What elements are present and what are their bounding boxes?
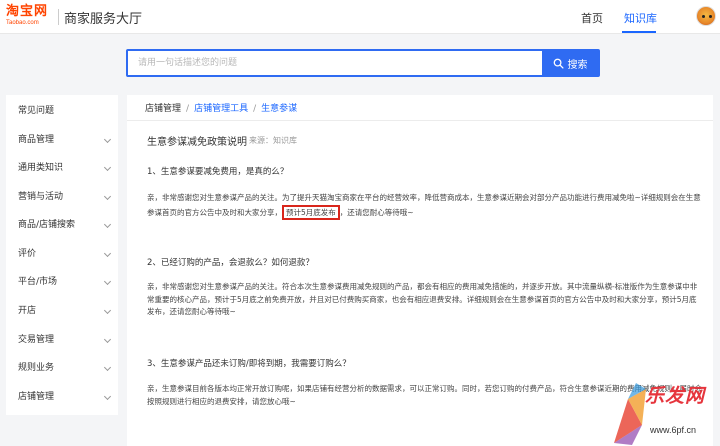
chevron-down-icon — [103, 277, 112, 286]
sidebar-item-search[interactable]: 商品/店铺搜索 — [6, 215, 118, 235]
sidebar-item-rules[interactable]: 规则业务 — [6, 358, 118, 378]
search-button-label: 搜索 — [567, 59, 588, 71]
sidebar-item-store-management[interactable]: 店铺管理 — [6, 387, 118, 407]
answer-1-highlight: 预计5月底发布 — [282, 204, 340, 220]
sidebar-item-label: 开店 — [18, 306, 37, 316]
breadcrumb-level2[interactable]: 店铺管理工具 — [194, 104, 248, 114]
sidebar-item-product-management[interactable]: 商品管理 — [6, 130, 118, 150]
chevron-down-icon — [103, 192, 112, 201]
nav-knowledge-link[interactable]: 知识库 — [624, 10, 657, 26]
answer-1-text-end: ，还请您耐心等待哦~ — [339, 207, 414, 217]
search-icon — [553, 58, 564, 69]
search-input[interactable] — [138, 51, 538, 75]
logo-divider — [58, 9, 59, 25]
sidebar-item-label: 通用类知识 — [18, 163, 64, 173]
watermark-text: 乐发网 — [645, 385, 706, 407]
logo-text-cn: 淘宝网 — [6, 4, 49, 19]
sidebar-item-transactions[interactable]: 交易管理 — [6, 330, 118, 350]
chevron-down-icon — [103, 249, 112, 258]
sidebar-item-platform[interactable]: 平台/市场 — [6, 272, 118, 292]
sidebar-item-label: 评价 — [18, 249, 37, 259]
breadcrumb-root[interactable]: 店铺管理 — [145, 104, 181, 114]
breadcrumb-current[interactable]: 生意参谋 — [261, 104, 297, 114]
article-title: 生意参谋减免政策说明 — [147, 137, 247, 148]
chevron-down-icon — [103, 135, 112, 144]
taobao-logo[interactable]: 淘宝网 Taobao.com — [6, 5, 56, 29]
logo-text-en: Taobao.com — [6, 20, 39, 26]
site-title: 商家服务大厅 — [64, 12, 143, 27]
breadcrumb-separator: / — [253, 104, 257, 114]
sidebar-item-label: 商品/店铺搜索 — [18, 220, 76, 230]
sidebar-item-label: 店铺管理 — [18, 392, 55, 402]
top-header: 淘宝网 Taobao.com 商家服务大厅 首页 知识库 — [0, 0, 720, 34]
chevron-down-icon — [103, 363, 112, 372]
article-source: 来源：知识库 — [249, 136, 297, 145]
sidebar-item-label: 商品管理 — [18, 135, 55, 145]
sidebar-item-label: 常见问题 — [18, 106, 55, 116]
nav-home-link[interactable]: 首页 — [581, 10, 603, 26]
watermark-url: www.6pf.cn — [650, 425, 697, 435]
breadcrumb-divider — [127, 120, 713, 121]
answer-1-text: 亲，非常感谢您对生意参谋产品的关注。为了提升天猫淘宝商家在平台的经营效率，降低营… — [147, 193, 701, 217]
sidebar-item-general-knowledge[interactable]: 通用类知识 — [6, 158, 118, 178]
question-3: 3、生意参谋产品还未订购/即将到期，我需要订购么？ — [147, 359, 351, 369]
sidebar-item-marketing[interactable]: 营销与活动 — [6, 187, 118, 207]
sidebar-item-label: 规则业务 — [18, 363, 55, 373]
breadcrumb: 店铺管理 / 店铺管理工具 / 生意参谋 — [145, 101, 297, 114]
sidebar-item-reviews[interactable]: 评价 — [6, 244, 118, 264]
question-1: 1、生意参谋要减免费用，是真的么？ — [147, 167, 289, 177]
sidebar-item-faq[interactable]: 常见问题 — [6, 101, 118, 121]
chevron-down-icon — [103, 220, 112, 229]
search-bar: 搜索 — [126, 49, 600, 77]
chevron-down-icon — [103, 163, 112, 172]
sidebar-item-label: 交易管理 — [18, 335, 55, 345]
sidebar-item-open-store[interactable]: 开店 — [6, 301, 118, 321]
answer-1: 亲，非常感谢您对生意参谋产品的关注。为了提升天猫淘宝商家在平台的经营效率，降低营… — [147, 192, 703, 220]
chevron-down-icon — [103, 335, 112, 344]
answer-2: 亲，非常感谢您对生意参谋产品的关注。符合本次生意参谋费用减免规则的产品，都会有相… — [147, 282, 698, 316]
sidebar-item-label: 平台/市场 — [18, 277, 58, 287]
question-2: 2、已经订购的产品，会退款么？如何退款？ — [147, 258, 314, 268]
chevron-down-icon — [103, 306, 112, 315]
search-button[interactable]: 搜索 — [542, 51, 598, 75]
sidebar-item-label: 营销与活动 — [18, 192, 64, 202]
category-sidebar: 常见问题 商品管理 通用类知识 营销与活动 商品/店铺搜索 评价 平台/市场 开… — [6, 95, 118, 415]
breadcrumb-separator: / — [186, 104, 190, 114]
nav-active-indicator — [622, 31, 656, 33]
user-avatar[interactable] — [696, 6, 716, 26]
chevron-down-icon — [103, 392, 112, 401]
